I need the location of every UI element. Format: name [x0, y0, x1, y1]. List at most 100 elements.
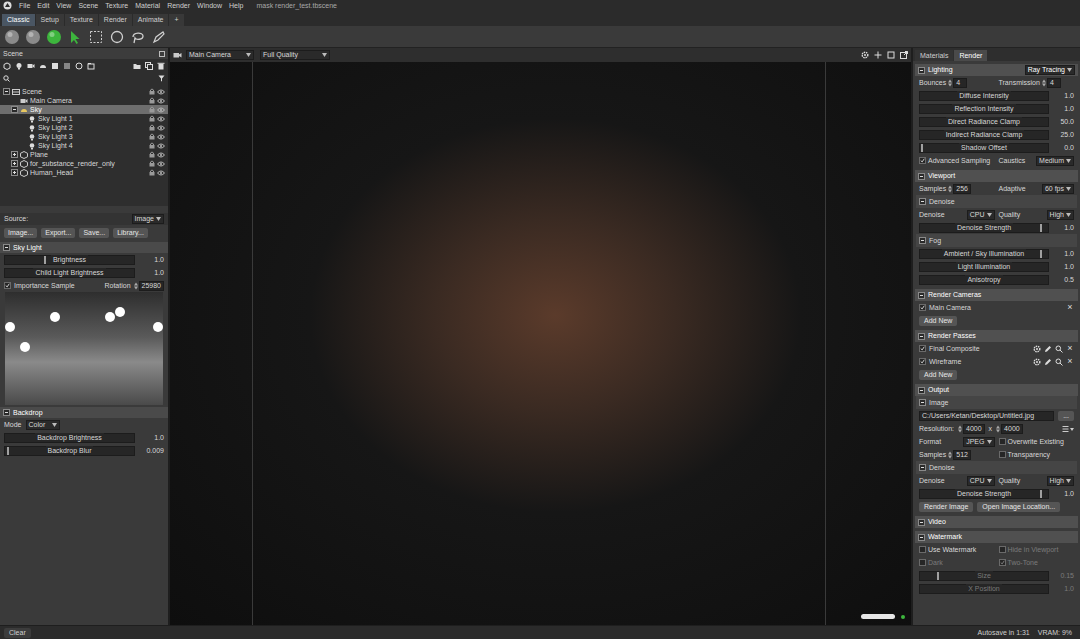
tree-row[interactable]: for_substance_render_only: [0, 159, 168, 168]
spinner-value[interactable]: 4000: [1001, 424, 1023, 434]
search-input[interactable]: [13, 74, 155, 83]
dropdown[interactable]: CPU: [967, 476, 995, 486]
slider-track[interactable]: Direct Radiance Clamp: [919, 117, 1049, 127]
slider-value[interactable]: 1.0: [1052, 250, 1074, 258]
gear-icon[interactable]: [861, 51, 869, 59]
lock-icon[interactable]: [149, 124, 155, 131]
tree-label[interactable]: Scene: [22, 88, 147, 96]
clear-button[interactable]: Clear: [4, 628, 31, 638]
source-button[interactable]: Library...: [113, 228, 148, 238]
source-button[interactable]: Export...: [41, 228, 75, 238]
slider-track[interactable]: Brightness: [4, 255, 135, 265]
checkbox-label[interactable]: Use Watermark: [928, 546, 976, 554]
menu-item[interactable]: Window: [197, 2, 222, 10]
tool-button[interactable]: [129, 28, 146, 46]
spinner[interactable]: 4: [948, 78, 967, 88]
tree-label[interactable]: Human_Head: [30, 169, 147, 177]
eye-icon[interactable]: [157, 116, 165, 122]
section-header[interactable]: Sky Light: [0, 242, 168, 253]
spinner-value[interactable]: 512: [953, 450, 971, 460]
panel-tab[interactable]: Materials: [915, 50, 953, 61]
checkbox-label[interactable]: Hide in Viewport: [1008, 546, 1059, 554]
menu-item[interactable]: Texture: [105, 2, 128, 10]
collapse-icon[interactable]: [919, 237, 926, 244]
lasso-icon[interactable]: [130, 29, 146, 45]
tree-label[interactable]: Sky Light 1: [38, 115, 147, 123]
checkbox[interactable]: [919, 358, 926, 365]
checkbox[interactable]: [4, 282, 11, 289]
expander-icon[interactable]: [11, 160, 18, 167]
tree-label[interactable]: Sky Light 2: [38, 124, 147, 132]
spinner[interactable]: 25980: [134, 281, 164, 291]
checkbox-label[interactable]: Overwrite Existing: [1008, 438, 1064, 446]
lock-icon[interactable]: [149, 97, 155, 104]
spinner[interactable]: 4000: [996, 424, 1023, 434]
filter-icon[interactable]: [158, 75, 165, 82]
dropdown[interactable]: Main Camera: [186, 50, 254, 60]
slider-track[interactable]: Child Light Brightness: [4, 268, 135, 278]
slider-value[interactable]: 50.0: [1052, 118, 1074, 126]
collapse-icon[interactable]: [918, 534, 925, 541]
expander-icon[interactable]: [11, 169, 18, 176]
lock-icon[interactable]: [149, 106, 155, 113]
expand-icon[interactable]: [900, 51, 908, 59]
button[interactable]: Open Image Location...: [977, 502, 1060, 512]
tool-button[interactable]: [150, 28, 167, 46]
spin-arrows-icon[interactable]: [134, 282, 138, 290]
pencil-icon[interactable]: [1044, 345, 1052, 353]
slider-value[interactable]: 1.0: [1052, 224, 1074, 232]
mode-tab[interactable]: Classic: [2, 14, 35, 26]
section-header[interactable]: Render Cameras: [915, 289, 1078, 301]
dropdown[interactable]: Full Quality: [260, 50, 330, 60]
light-marker[interactable]: [115, 307, 125, 317]
section-header[interactable]: Watermark: [915, 531, 1078, 543]
add-camera-icon[interactable]: [27, 62, 35, 70]
expander-icon[interactable]: [11, 106, 18, 113]
shading-sphere-icon[interactable]: [4, 29, 20, 45]
app-logo-icon[interactable]: [3, 1, 12, 10]
camera-item[interactable]: Main Camera×: [915, 301, 1078, 314]
menu-item[interactable]: View: [56, 2, 71, 10]
collapse-icon[interactable]: [919, 399, 926, 406]
spin-arrows-icon[interactable]: [996, 425, 1000, 433]
remove-button[interactable]: ×: [1066, 344, 1074, 353]
collapse-icon[interactable]: [918, 67, 925, 74]
lock-icon[interactable]: [149, 142, 155, 149]
circle-select-icon[interactable]: [109, 29, 125, 45]
slider-value[interactable]: 0.0: [1052, 144, 1074, 152]
spinner[interactable]: 512: [948, 450, 971, 460]
expander-icon[interactable]: [11, 151, 18, 158]
add-mesh-icon[interactable]: [3, 62, 11, 70]
slider-track[interactable]: Indirect Radiance Clamp: [919, 130, 1049, 140]
tool-button[interactable]: [87, 28, 104, 46]
gear-icon[interactable]: [1033, 358, 1041, 366]
collapse-icon[interactable]: [3, 244, 10, 251]
menu-item[interactable]: File: [19, 2, 30, 10]
subsection-header[interactable]: Image: [916, 396, 1077, 409]
eye-icon[interactable]: [157, 98, 165, 104]
spinner[interactable]: 4000: [958, 424, 985, 434]
spin-arrows-icon[interactable]: [958, 425, 962, 433]
eye-icon[interactable]: [157, 125, 165, 131]
lock-icon[interactable]: [149, 133, 155, 140]
collapse-icon[interactable]: [918, 292, 925, 299]
slider-value[interactable]: 1.0: [138, 269, 164, 277]
mode-tab[interactable]: Setup: [36, 14, 64, 26]
dropdown[interactable]: High: [1047, 210, 1074, 220]
slider-value[interactable]: 1.0: [1052, 105, 1074, 113]
tree-row[interactable]: Main Camera: [0, 96, 168, 105]
slider-track[interactable]: Denoise Strength: [919, 223, 1049, 233]
tool-button[interactable]: [108, 28, 125, 46]
add-shadow-icon[interactable]: [51, 62, 59, 70]
source-button[interactable]: Save...: [79, 228, 109, 238]
tool-button[interactable]: [45, 28, 62, 46]
slider-track[interactable]: Diffuse Intensity: [919, 91, 1049, 101]
add-fog-icon[interactable]: [63, 62, 71, 70]
slider-track[interactable]: Shadow Offset: [919, 143, 1049, 153]
dropdown[interactable]: JPEG: [963, 437, 994, 447]
tree-label[interactable]: for_substance_render_only: [30, 160, 147, 168]
tree-row[interactable]: Scene: [0, 87, 168, 96]
delete-icon[interactable]: [157, 62, 165, 70]
section-header[interactable]: Viewport: [915, 170, 1078, 182]
tree-row[interactable]: Sky Light 2: [0, 123, 168, 132]
